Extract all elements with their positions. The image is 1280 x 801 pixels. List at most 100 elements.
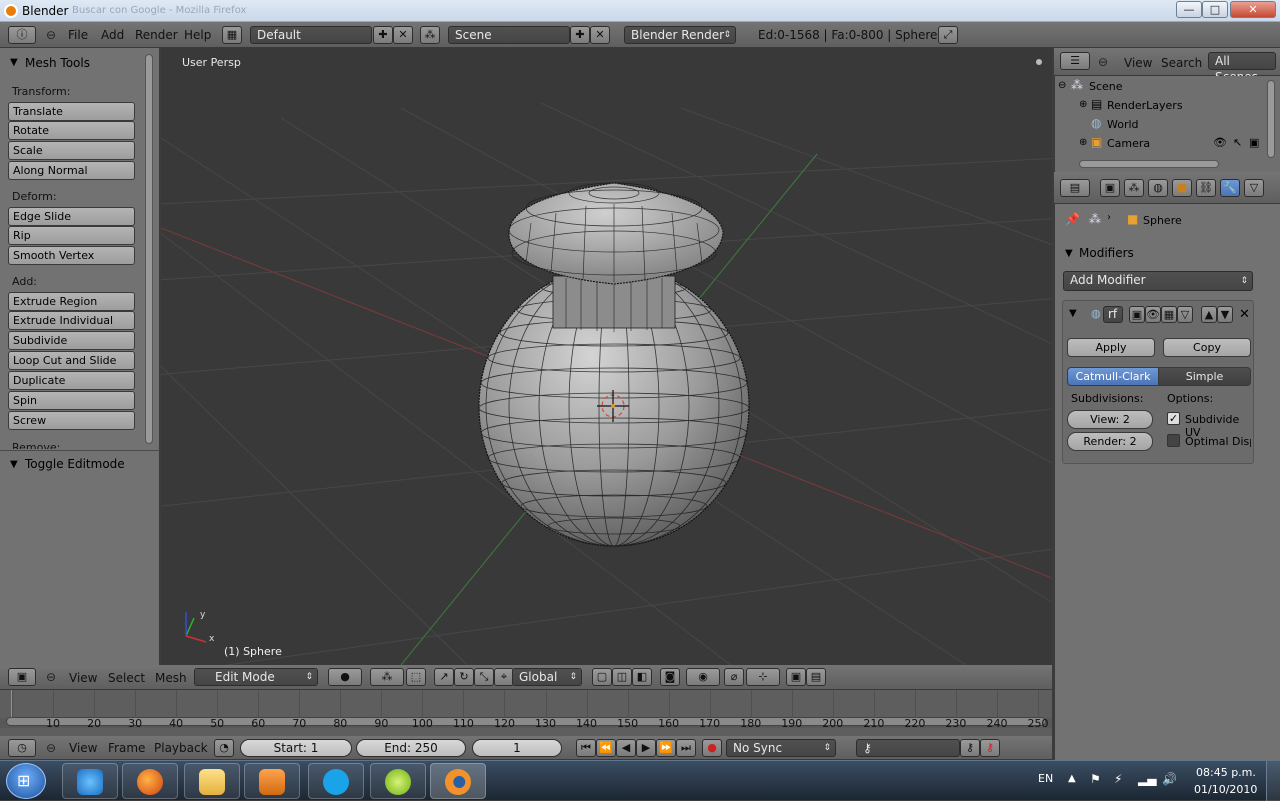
menu-file[interactable]: File [68, 28, 88, 42]
view-levels-field[interactable]: View: 2 [1067, 410, 1153, 429]
expand-camera-icon[interactable]: ⊕ [1079, 137, 1087, 148]
face-select-icon[interactable]: ◧ [632, 668, 652, 686]
add-modifier-select[interactable]: Add Modifier ⇕ [1063, 271, 1253, 291]
copy-button[interactable]: Copy [1163, 338, 1251, 357]
network-tray-icon[interactable]: ⚑ [1090, 772, 1101, 786]
3d-viewport[interactable]: User Persp x y (1) Sphere [161, 48, 1052, 665]
editor-type-timeline-button[interactable]: ◷ [8, 739, 36, 757]
screen-layout-field[interactable]: Default [250, 26, 372, 44]
start-button[interactable]: ⊞ [6, 763, 46, 799]
scene-icon[interactable]: ⁂ [420, 26, 440, 44]
record-icon[interactable]: ● [702, 739, 722, 757]
play-reverse-icon[interactable]: ◀ [616, 739, 636, 757]
spin-button[interactable]: Spin [8, 391, 135, 410]
viewport-canvas[interactable] [161, 48, 1052, 665]
taskbar-media[interactable] [244, 763, 300, 799]
scale-manipulator-icon[interactable]: ⤡ [474, 668, 494, 686]
play-icon[interactable]: ▶ [636, 739, 656, 757]
header-collapse-icon[interactable]: ⊖ [46, 670, 56, 684]
modifier-name-field[interactable]: rf [1103, 306, 1123, 323]
constraints-tab-icon[interactable]: ⛓ [1196, 179, 1216, 197]
duplicate-button[interactable]: Duplicate [8, 371, 135, 390]
modifier-editmode-toggle-icon[interactable]: ▦ [1161, 306, 1177, 323]
simple-button[interactable]: Simple [1158, 367, 1251, 386]
timeline-menu-playback[interactable]: Playback [154, 741, 208, 755]
timeline[interactable]: 10 20 30 40 50 60 70 80 90 100 110 120 130 140 150 160 1… [0, 690, 1052, 736]
remove-layout-icon[interactable]: ✕ [393, 26, 413, 44]
timeline-ruler[interactable] [0, 690, 1052, 736]
outliner-menu-search[interactable]: Search [1161, 56, 1202, 70]
menu-add[interactable]: Add [101, 28, 124, 42]
current-frame-field[interactable]: 1 [472, 739, 562, 757]
rotate-button[interactable]: Rotate [8, 121, 135, 140]
expand-renderlayers-icon[interactable]: ⊕ [1079, 99, 1087, 110]
outliner-scrollbar[interactable] [1267, 80, 1275, 158]
modifier-render-toggle-icon[interactable]: ▣ [1129, 306, 1145, 323]
object-tab-icon[interactable]: ■ [1172, 179, 1192, 197]
jump-start-icon[interactable]: ⏮ [576, 739, 596, 757]
tray-expand-icon[interactable]: ▲ [1068, 773, 1076, 784]
outliner-menu-view[interactable]: View [1124, 56, 1152, 70]
opengl-animation-icon[interactable]: ▤ [806, 668, 826, 686]
editor-type-3d-button[interactable]: ▣ [8, 668, 36, 686]
panel-collapse-icon[interactable]: ▼ [10, 57, 18, 68]
screw-button[interactable]: Screw [8, 411, 135, 430]
outliner-collapse-icon[interactable]: ⊖ [1098, 55, 1108, 69]
toggle-collapse-icon[interactable]: ▼ [10, 459, 18, 470]
menu-help[interactable]: Help [184, 28, 211, 42]
rotate-manipulator-icon[interactable]: ↻ [454, 668, 474, 686]
extrude-region-button[interactable]: Extrude Region [8, 292, 135, 311]
collapse-menu-icon[interactable]: ⊖ [46, 28, 56, 42]
mode-select[interactable]: Edit Mode ⇕ [194, 668, 318, 686]
render-tab-icon[interactable]: ▣ [1100, 179, 1120, 197]
edge-select-icon[interactable]: ◫ [612, 668, 632, 686]
menu-render[interactable]: Render [135, 28, 178, 42]
optimal-display-checkbox[interactable] [1167, 434, 1180, 447]
shading-select-icon[interactable]: ● [328, 668, 362, 686]
screen-layout-icon[interactable]: ▦ [222, 26, 242, 44]
catmull-clark-button[interactable]: Catmull-Clark [1067, 367, 1159, 386]
pin-manipulator-icon[interactable]: ⌖ [494, 668, 514, 686]
taskbar-explorer[interactable] [184, 763, 240, 799]
taskbar-ie[interactable] [62, 763, 118, 799]
timeline-collapse-icon[interactable]: ⊖ [46, 741, 56, 755]
menu-select[interactable]: Select [108, 671, 145, 685]
render-camera-icon[interactable]: ▣ [1249, 136, 1259, 149]
modifier-expand-icon[interactable]: ▼ [1069, 308, 1077, 319]
orientation-select[interactable]: Global ⇕ [512, 668, 582, 686]
timeline-menu-view[interactable]: View [69, 741, 97, 755]
subdivide-uv-checkbox[interactable]: ✓ [1167, 412, 1180, 425]
language-indicator[interactable]: EN [1038, 772, 1053, 785]
jump-end-icon[interactable]: ⏭ [676, 739, 696, 757]
rip-button[interactable]: Rip [8, 226, 135, 245]
render-engine-select[interactable]: Blender Render ⇕ [624, 26, 736, 44]
pivot-select-icon[interactable]: ⁂ [370, 668, 404, 686]
modifier-remove-icon[interactable]: ✕ [1239, 307, 1250, 322]
edge-slide-button[interactable]: Edge Slide [8, 207, 135, 226]
scene-field[interactable]: Scene [448, 26, 570, 44]
select-cursor-icon[interactable]: ↖ [1233, 136, 1242, 149]
pin-icon[interactable]: 📌 [1065, 212, 1080, 226]
render-levels-field[interactable]: Render: 2 [1067, 432, 1153, 451]
taskbar-firefox[interactable] [122, 763, 178, 799]
outliner-item-camera[interactable]: Camera [1107, 137, 1150, 150]
close-button[interactable]: ✕ [1230, 1, 1276, 18]
translate-button[interactable]: Translate [8, 102, 135, 121]
signal-tray-icon[interactable]: ▂▄ [1138, 772, 1156, 786]
insert-keyframe-icon[interactable]: ⚷ [960, 739, 980, 757]
taskbar-blender[interactable] [430, 763, 486, 799]
editor-type-outliner-button[interactable]: ☰ [1060, 52, 1090, 70]
modifier-move-up-icon[interactable]: ▲ [1201, 306, 1217, 323]
editor-type-properties-button[interactable]: ▤ [1060, 179, 1090, 197]
jump-keyframe-forward-icon[interactable]: ⏩ [656, 739, 676, 757]
data-tab-icon[interactable]: ▽ [1244, 179, 1264, 197]
power-tray-icon[interactable]: ⚡ [1114, 772, 1122, 786]
apply-button[interactable]: Apply [1067, 338, 1155, 357]
taskbar-skype[interactable] [308, 763, 364, 799]
outliner-hscrollbar[interactable] [1079, 160, 1219, 168]
modifier-cage-toggle-icon[interactable]: ▽ [1177, 306, 1193, 323]
loop-cut-button[interactable]: Loop Cut and Slide [8, 351, 135, 370]
modifier-view-toggle-icon[interactable]: 👁 [1145, 306, 1161, 323]
manipulator-toggle-icon[interactable]: ⬚ [406, 668, 426, 686]
subdivide-button[interactable]: Subdivide [8, 331, 135, 350]
